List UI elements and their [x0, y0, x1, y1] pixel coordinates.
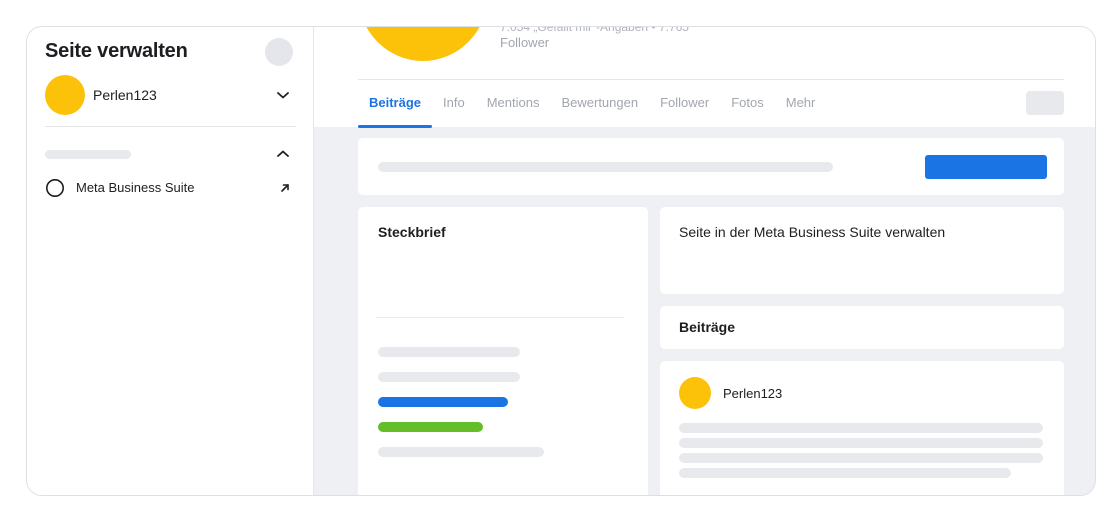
- detail-placeholder: [378, 347, 520, 357]
- business-suite-card[interactable]: Seite in der Meta Business Suite verwalt…: [660, 207, 1064, 294]
- post-text-placeholder: [679, 423, 1043, 433]
- sidebar-title: Seite verwalten: [45, 40, 188, 62]
- tab-fotos[interactable]: Fotos: [720, 80, 775, 127]
- sidebar-section-header[interactable]: [45, 144, 295, 164]
- post-card: Perlen123: [660, 361, 1064, 495]
- page-avatar[interactable]: [358, 27, 488, 61]
- chevron-down-icon[interactable]: [271, 83, 295, 107]
- business-suite-text: Seite in der Meta Business Suite verwalt…: [679, 224, 946, 240]
- tab-mentions[interactable]: Mentions: [476, 80, 551, 127]
- steckbrief-title: Steckbrief: [378, 224, 446, 240]
- external-arrow-icon: [281, 184, 289, 192]
- status-placeholder-green: [378, 422, 483, 432]
- post-text-placeholder: [679, 438, 1043, 448]
- tab-follower[interactable]: Follower: [649, 80, 720, 127]
- steckbrief-card: Steckbrief: [358, 207, 648, 495]
- post-author[interactable]: Perlen123: [723, 386, 782, 401]
- posts-header-card: Beiträge: [660, 306, 1064, 349]
- sidebar-divider: [45, 126, 296, 127]
- circle-icon: [46, 179, 64, 197]
- page-header: 7.054 „Gefällt mir“-Angaben • 7.765 Foll…: [314, 26, 1095, 128]
- composer-card: [358, 138, 1064, 195]
- tab-bewertungen[interactable]: Bewertungen: [550, 80, 649, 127]
- sidebar-item-label: Meta Business Suite: [76, 180, 195, 195]
- post-text-placeholder: [679, 468, 1011, 478]
- followers-label: Follower: [500, 35, 550, 50]
- tab-beitraege[interactable]: Beiträge: [358, 80, 433, 128]
- link-placeholder-blue[interactable]: [378, 397, 508, 407]
- main-content: 7.054 „Gefällt mir“-Angaben • 7.765 Foll…: [314, 27, 1095, 495]
- section-label-placeholder: [45, 150, 131, 159]
- tab-info[interactable]: Info: [432, 80, 476, 127]
- sidebar-item-meta-business-suite[interactable]: Meta Business Suite: [45, 177, 295, 199]
- chevron-up-icon[interactable]: [271, 142, 295, 166]
- posts-title: Beiträge: [679, 319, 736, 335]
- detail-placeholder: [378, 447, 544, 457]
- page-stats: 7.054 „Gefällt mir“-Angaben • 7.765: [500, 26, 689, 34]
- tab-bar: Beiträge Info Mentions Bewertungen Follo…: [358, 80, 827, 128]
- primary-action-button[interactable]: [925, 155, 1047, 179]
- avatar: [45, 75, 85, 115]
- sidebar: Seite verwalten Perlen123 Meta Business …: [27, 27, 314, 495]
- avatar[interactable]: [679, 377, 711, 409]
- sidebar-options-button[interactable]: [265, 38, 293, 66]
- profile-name: Perlen123: [93, 87, 157, 103]
- tab-options-button[interactable]: [1026, 91, 1064, 115]
- tab-mehr[interactable]: Mehr: [775, 80, 827, 127]
- steckbrief-divider: [376, 317, 624, 318]
- profile-switcher[interactable]: Perlen123: [45, 75, 295, 115]
- app-window: Seite verwalten Perlen123 Meta Business …: [26, 26, 1096, 496]
- detail-placeholder: [378, 372, 520, 382]
- composer-placeholder[interactable]: [378, 162, 833, 172]
- post-text-placeholder: [679, 453, 1043, 463]
